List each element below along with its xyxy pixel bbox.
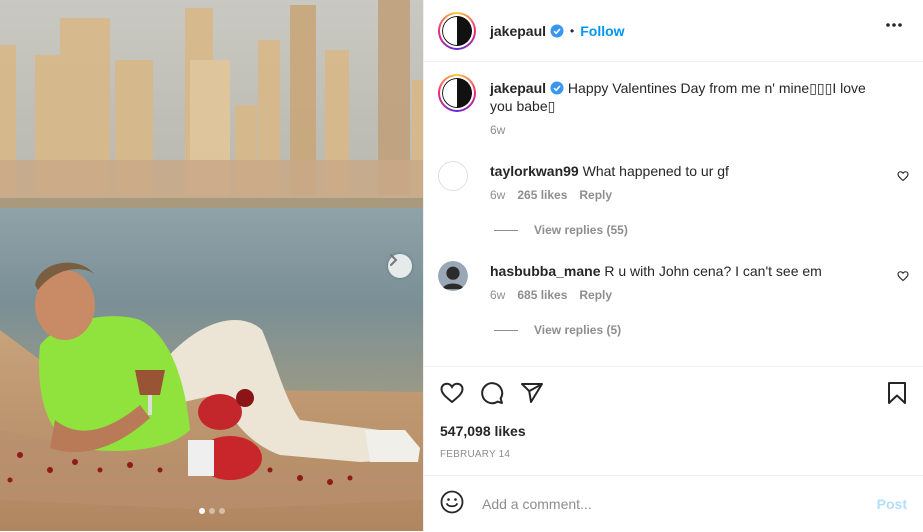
comment-time: 6w bbox=[490, 188, 506, 202]
post-header: jakepaul • Follow bbox=[424, 0, 923, 62]
comment-likes[interactable]: 685 likes bbox=[517, 288, 567, 302]
view-replies-label: View replies (5) bbox=[534, 323, 622, 337]
bookmark-icon bbox=[888, 382, 906, 404]
caption-username[interactable]: jakepaul bbox=[490, 80, 546, 96]
comment-text: taylorkwan99 What happened to ur gf bbox=[490, 162, 729, 180]
post-side-panel: jakepaul • Follow jakepaul Happy Valenti… bbox=[423, 0, 923, 531]
commenter-avatar[interactable] bbox=[438, 261, 468, 291]
chevron-right-icon bbox=[390, 254, 398, 266]
caption-body: Happy Valentines Day from me n' mine▯▯▯I… bbox=[490, 80, 866, 114]
comment-meta: 6w 265 likes Reply bbox=[490, 188, 612, 202]
heart-icon bbox=[440, 382, 464, 404]
add-comment-bar: Post bbox=[424, 475, 923, 532]
commenter-avatar[interactable] bbox=[438, 161, 468, 191]
author-avatar[interactable] bbox=[438, 11, 476, 50]
post-comment-button[interactable]: Post bbox=[877, 496, 907, 512]
reply-button[interactable]: Reply bbox=[579, 288, 612, 302]
caption-text: jakepaul Happy Valentines Day from me n'… bbox=[490, 79, 890, 115]
follow-button[interactable]: Follow bbox=[580, 23, 624, 39]
comment-meta: 6w 685 likes Reply bbox=[490, 288, 612, 302]
carousel-indicator bbox=[0, 508, 423, 514]
action-icons bbox=[440, 381, 544, 410]
instagram-post: jakepaul • Follow jakepaul Happy Valenti… bbox=[0, 0, 923, 531]
avatar-image bbox=[442, 15, 472, 46]
more-options-icon[interactable] bbox=[885, 22, 903, 28]
header-separator: • bbox=[570, 23, 575, 38]
post-likes-count[interactable]: 547,098 likes bbox=[440, 423, 526, 439]
verified-badge-icon bbox=[550, 24, 564, 37]
like-button[interactable] bbox=[440, 381, 464, 410]
view-replies-button[interactable]: View replies (5) bbox=[494, 323, 621, 337]
author-username[interactable]: jakepaul bbox=[490, 23, 546, 39]
replies-divider bbox=[494, 229, 518, 231]
post-date: FEBRUARY 14 bbox=[440, 449, 511, 460]
carousel-dot bbox=[218, 508, 225, 514]
comment-username[interactable]: hasbubba_mane bbox=[490, 263, 600, 279]
like-comment-icon[interactable] bbox=[897, 170, 909, 182]
avatar-image bbox=[442, 78, 472, 108]
comment-body: What happened to ur gf bbox=[582, 163, 729, 179]
verified-badge-icon bbox=[550, 81, 564, 95]
next-photo-button[interactable] bbox=[388, 254, 412, 278]
caption-avatar[interactable] bbox=[438, 74, 476, 112]
caption-time: 6w bbox=[490, 123, 506, 137]
carousel-dot bbox=[208, 508, 215, 514]
comment-time: 6w bbox=[490, 288, 506, 302]
comment-username[interactable]: taylorkwan99 bbox=[490, 163, 579, 179]
comment-button[interactable] bbox=[480, 381, 504, 410]
post-actions: 547,098 likes FEBRUARY 14 bbox=[424, 366, 923, 460]
comment-icon bbox=[481, 382, 504, 405]
share-button[interactable] bbox=[520, 381, 544, 410]
emoji-icon bbox=[440, 490, 464, 513]
emoji-button[interactable] bbox=[440, 490, 464, 519]
like-comment-icon[interactable] bbox=[897, 270, 909, 282]
comments-section[interactable]: jakepaul Happy Valentines Day from me n'… bbox=[424, 62, 923, 365]
comment-text: hasbubba_mane R u with John cena? I can'… bbox=[490, 262, 822, 280]
save-button[interactable] bbox=[887, 381, 907, 410]
comment-input[interactable] bbox=[480, 495, 844, 513]
comment-body: R u with John cena? I can't see em bbox=[604, 263, 822, 279]
reply-button[interactable]: Reply bbox=[579, 188, 612, 202]
post-photo[interactable] bbox=[0, 0, 423, 531]
replies-divider bbox=[494, 329, 518, 331]
comment-likes[interactable]: 265 likes bbox=[517, 188, 567, 202]
beach-photo-illustration bbox=[0, 0, 423, 531]
share-icon bbox=[521, 383, 543, 403]
view-replies-button[interactable]: View replies (55) bbox=[494, 223, 628, 237]
view-replies-label: View replies (55) bbox=[534, 223, 628, 237]
carousel-dot-active bbox=[198, 508, 205, 514]
